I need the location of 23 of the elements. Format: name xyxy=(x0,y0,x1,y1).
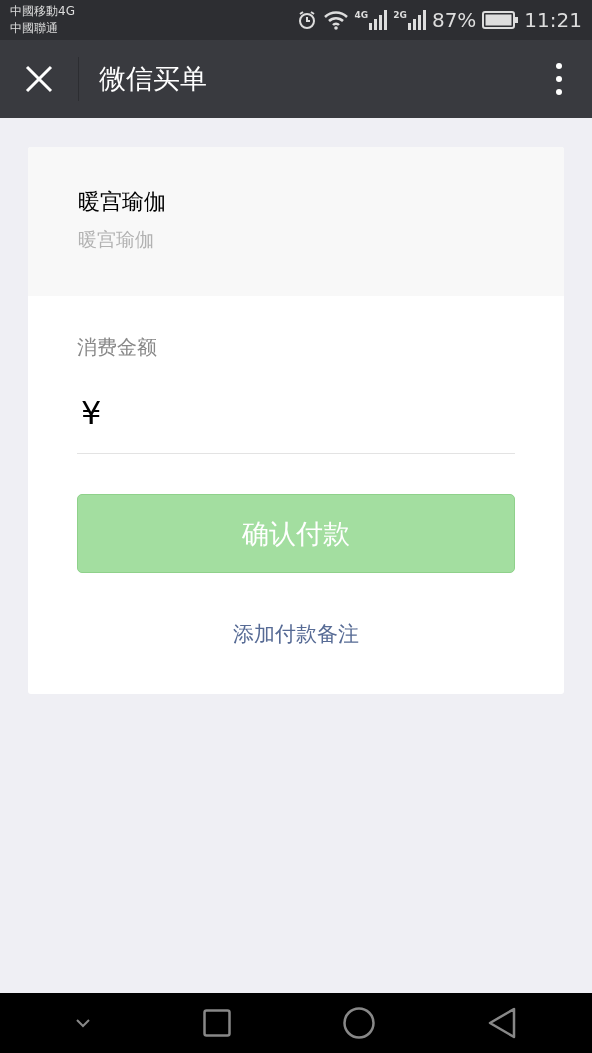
page-title: 微信买单 xyxy=(99,62,208,96)
back-button[interactable] xyxy=(487,1007,516,1039)
amount-field[interactable]: ¥ xyxy=(77,373,515,454)
signal-icon xyxy=(369,10,388,30)
amount-label: 消费金额 xyxy=(77,334,158,361)
alarm-icon xyxy=(296,10,317,30)
close-icon[interactable] xyxy=(25,65,53,93)
carrier-name: 中國聯通 xyxy=(10,20,59,37)
carrier-name: 中國移動4G xyxy=(10,3,75,20)
merchant-name: 暖宫瑜伽 xyxy=(78,188,167,216)
signal-icon xyxy=(407,10,426,30)
home-button[interactable] xyxy=(343,1007,376,1039)
merchant-subtitle: 暖宫瑜伽 xyxy=(78,227,155,252)
battery-percent: 87% xyxy=(431,8,477,32)
clock: 11:21 xyxy=(524,8,582,32)
wifi-icon xyxy=(322,10,349,30)
battery-icon xyxy=(482,11,519,29)
add-note-link[interactable]: 添加付款备注 xyxy=(233,620,359,648)
chevron-down-icon[interactable] xyxy=(76,1018,91,1028)
network-type: 4G xyxy=(354,10,369,20)
network-type: 2G xyxy=(393,10,407,20)
recent-apps-button[interactable] xyxy=(202,1009,231,1037)
more-icon[interactable] xyxy=(556,63,562,95)
